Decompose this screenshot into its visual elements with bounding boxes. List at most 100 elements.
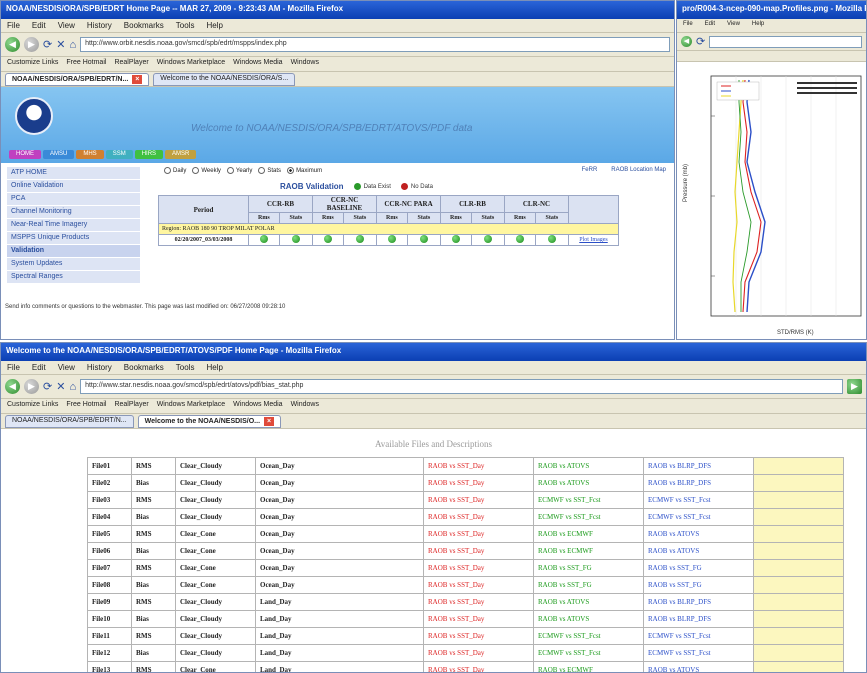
stop-icon[interactable]: ✕ [56,380,65,393]
bookmark-link[interactable]: RealPlayer [114,401,148,408]
forward-button[interactable]: ▶ [24,379,39,394]
table-cell[interactable]: RAOB vs ATOVS [533,610,644,628]
menu-item-file[interactable]: File [7,363,20,372]
menu-item-history[interactable]: History [87,363,112,372]
table-cell[interactable]: RAOB vs SST_Day [423,576,534,594]
table-cell[interactable]: ECMWF vs SST_Fcst [533,491,644,509]
bookmark-link[interactable]: Windows Media [233,59,282,66]
radio-dot-icon[interactable] [164,167,171,174]
radio-maximum[interactable]: Maximum [287,167,322,174]
table-cell[interactable]: RAOB vs ATOVS [533,593,644,611]
home-icon[interactable]: ⌂ [69,39,76,51]
bookmark-link[interactable]: RealPlayer [114,59,148,66]
menu-item-edit[interactable]: Edit [32,363,46,372]
sidebar-item[interactable]: Near-Real Time Imagery [7,219,140,232]
bookmark-link[interactable]: Free Hotmail [66,59,106,66]
menu-item-bookmarks[interactable]: Bookmarks [124,363,164,372]
radio-dot-icon[interactable] [287,167,295,174]
raob-map-link[interactable]: RAOB Location Map [611,167,666,173]
table-cell[interactable]: RAOB vs ATOVS [643,661,754,672]
menu-item-tools[interactable]: Tools [176,363,195,372]
table-cell[interactable]: ECMWF vs SST_Fcst [533,508,644,526]
table-cell[interactable]: RAOB vs SST_FG [533,559,644,577]
close-tab-icon[interactable]: × [132,75,143,84]
radio-stats[interactable]: Stats [258,167,281,174]
home-icon[interactable]: ⌂ [69,381,76,393]
close-tab-icon[interactable]: × [264,417,275,426]
status-dot-icon[interactable] [515,235,524,243]
sidebar-item[interactable]: Channel Monitoring [7,206,140,219]
table-cell[interactable]: RAOB vs SST_Day [423,644,534,662]
menu-item-view[interactable]: View [58,21,75,30]
table-cell[interactable]: RAOB vs SST_Day [423,525,534,543]
back-button[interactable]: ◀ [5,37,20,52]
table-cell[interactable]: ECMWF vs SST_Fcst [643,491,754,509]
bookmark-link[interactable]: Windows [291,401,319,408]
menu-item-tools[interactable]: Tools [176,21,195,30]
menu-item-view[interactable]: View [58,363,75,372]
table-cell[interactable]: RAOB vs ATOVS [533,457,644,475]
radio-daily[interactable]: Daily [164,167,186,174]
table-cell[interactable]: RAOB vs ECMWF [533,542,644,560]
menu-item-help[interactable]: Help [206,363,222,372]
bookmark-link[interactable]: Free Hotmail [66,401,106,408]
table-cell[interactable]: RAOB vs ATOVS [643,542,754,560]
section-tab-hirs[interactable]: HIRS [134,150,164,159]
sidebar-item[interactable]: System Updates [7,258,140,271]
reload-icon[interactable]: ⟳ [696,35,705,48]
status-dot-icon[interactable] [291,235,300,243]
menu-item-bookmarks[interactable]: Bookmarks [124,21,164,30]
bookmark-link[interactable]: Windows Marketplace [157,59,225,66]
table-cell[interactable]: RAOB vs SST_Day [423,593,534,611]
section-tab-mhs[interactable]: MHS [76,150,104,159]
table-cell[interactable]: RAOB vs SST_Day [423,508,534,526]
address-bar[interactable]: http://www.star.nesdis.noaa.gov/smcd/spb… [80,379,843,394]
sidebar-item[interactable]: Spectral Ranges [7,271,140,284]
table-cell[interactable]: RAOB vs SST_Day [423,457,534,475]
table-cell[interactable]: RAOB vs BLRP_DFS [643,474,754,492]
table-cell[interactable]: RAOB vs ECMWF [533,525,644,543]
plot-images-link[interactable]: Plot Images [568,234,619,246]
bookmark-link[interactable]: Customize Links [7,59,58,66]
sidebar-item[interactable]: Validation [7,245,140,258]
reload-icon[interactable]: ⟳ [43,38,52,51]
table-cell[interactable]: RAOB vs SST_FG [643,559,754,577]
status-dot-icon[interactable] [259,235,268,243]
table-cell[interactable]: RAOB vs ATOVS [643,525,754,543]
address-bar[interactable]: http://www.orbit.nesdis.noaa.gov/smcd/sp… [80,37,670,52]
ferr-link[interactable]: FeRR [582,167,598,173]
radio-dot-icon[interactable] [258,167,266,174]
table-cell[interactable]: RAOB vs SST_Day [423,627,534,645]
status-dot-icon[interactable] [451,235,460,243]
table-cell[interactable]: RAOB vs SST_Day [423,542,534,560]
menu-item-file[interactable]: File [7,21,20,30]
table-cell[interactable]: RAOB vs SST_Day [423,491,534,509]
tab-welcome[interactable]: Welcome to the NOAA/NESDIS/O... × [137,415,282,428]
sidebar-item[interactable]: Online Validation [7,180,140,193]
section-tab-home[interactable]: HOME [9,150,41,159]
menu-item-help[interactable]: Help [206,21,222,30]
tab-noaa[interactable]: NOAA/NESDIS/ORA/SPB/EDRT/N... [5,415,134,428]
radio-yearly[interactable]: Yearly [226,167,252,174]
bookmark-link[interactable]: Windows Marketplace [157,401,225,408]
section-tab-amsr[interactable]: AMSR [165,150,197,159]
plot-address-bar[interactable] [709,35,862,48]
section-tab-amsu[interactable]: AMSU [43,150,75,159]
status-dot-icon[interactable] [355,235,364,243]
table-cell[interactable]: ECMWF vs SST_Fcst [643,508,754,526]
radio-dot-icon[interactable] [226,167,234,174]
table-cell[interactable]: RAOB vs ECMWF [533,661,644,672]
go-button[interactable]: ▶ [847,379,862,394]
table-cell[interactable]: RAOB vs BLRP_DFS [643,457,754,475]
sidebar-item[interactable]: PCA [7,193,140,206]
table-cell[interactable]: RAOB vs SST_Day [423,610,534,628]
radio-weekly[interactable]: Weekly [192,167,221,174]
status-dot-icon[interactable] [483,235,492,243]
table-cell[interactable]: RAOB vs SST_Day [423,474,534,492]
forward-button[interactable]: ▶ [24,37,39,52]
back-button[interactable]: ◀ [5,379,20,394]
tab-noaa[interactable]: NOAA/NESDIS/ORA/SPB/EDRT/N... × [5,73,150,86]
status-dot-icon[interactable] [387,235,396,243]
table-cell[interactable]: ECMWF vs SST_Fcst [643,627,754,645]
table-cell[interactable]: RAOB vs SST_FG [643,576,754,594]
